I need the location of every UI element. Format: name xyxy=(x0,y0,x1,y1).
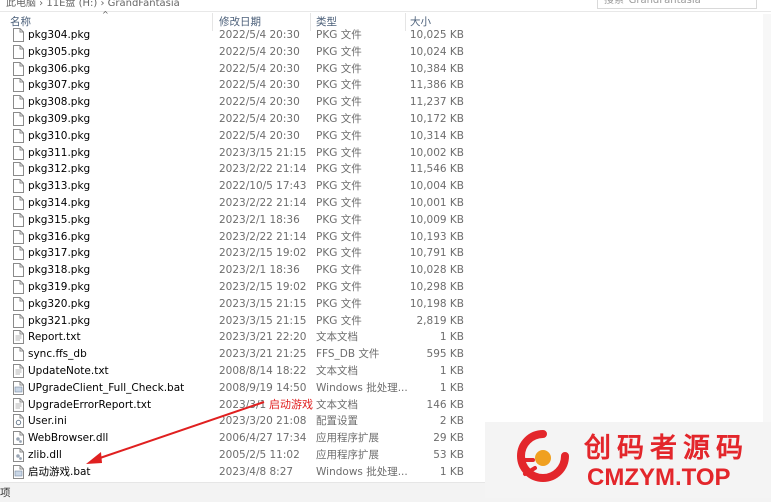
watermark-chinese-text: 创码者源码 xyxy=(584,433,749,464)
watermark-english-text: CMZYM.TOP xyxy=(587,464,731,491)
watermark-logo-icon xyxy=(517,430,569,482)
watermark: 创码者源码 CMZYM.TOP xyxy=(485,422,771,498)
annotation-label: 启动游戏 xyxy=(269,398,313,411)
